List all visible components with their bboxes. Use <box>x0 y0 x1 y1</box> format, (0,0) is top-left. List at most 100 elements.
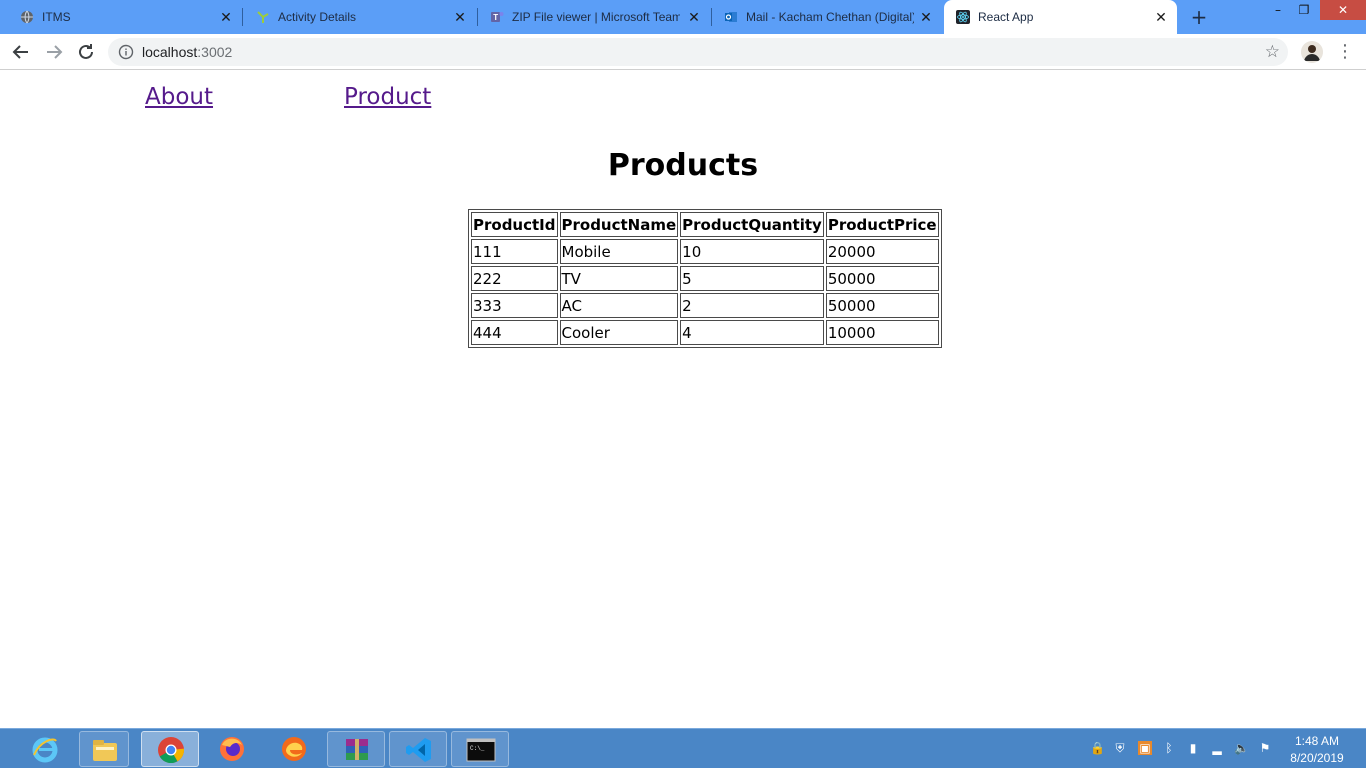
nav-link-product[interactable]: Product <box>344 84 431 110</box>
table-cell: AC <box>559 293 679 318</box>
table-cell: TV <box>559 266 679 291</box>
restore-button[interactable]: ❐ <box>1292 0 1316 20</box>
svg-text:T: T <box>493 13 498 22</box>
tab-title: ZIP File viewer | Microsoft Teams <box>512 10 680 24</box>
table-row: 111 Mobile 10 20000 <box>471 239 939 264</box>
teams-icon: T <box>491 12 504 22</box>
table-row: 333 AC 2 50000 <box>471 293 939 318</box>
vscode-icon <box>406 738 431 762</box>
page-title: Products <box>607 148 759 183</box>
close-icon[interactable]: ✕ <box>918 9 934 25</box>
table-row: 222 TV 5 50000 <box>471 266 939 291</box>
edge-icon <box>282 737 306 761</box>
column-header: ProductPrice <box>825 212 939 237</box>
close-icon[interactable]: ✕ <box>452 9 468 25</box>
table-cell: 333 <box>471 293 558 318</box>
volume-icon[interactable]: 🔈 <box>1234 741 1249 755</box>
table-cell: 5 <box>680 266 824 291</box>
table-cell: 2 <box>680 293 824 318</box>
tab-teams[interactable]: T ZIP File viewer | Microsoft Teams ✕ <box>478 0 710 34</box>
table-cell: 50000 <box>825 293 939 318</box>
taskbar-vscode[interactable] <box>389 731 447 767</box>
internet-explorer-icon <box>32 737 58 763</box>
reload-button[interactable] <box>74 40 98 64</box>
table-cell: 444 <box>471 320 558 345</box>
url-text: localhost:3002 <box>142 44 232 60</box>
tab-divider <box>242 8 243 26</box>
table-cell: 10000 <box>825 320 939 345</box>
table-cell: Cooler <box>559 320 679 345</box>
bookmark-star-icon[interactable]: ☆ <box>1265 42 1280 62</box>
table-row: 444 Cooler 4 10000 <box>471 320 939 345</box>
url-host: localhost <box>142 44 198 60</box>
taskbar-chrome[interactable] <box>141 731 199 767</box>
tab-activity-details[interactable]: Activity Details ✕ <box>244 0 476 34</box>
table-cell: 10 <box>680 239 824 264</box>
tab-title: ITMS <box>42 10 71 24</box>
activity-icon <box>257 11 269 23</box>
chrome-icon <box>158 737 184 764</box>
browser-tabstrip: ITMS ✕ Activity Details ✕ T ZIP File vie… <box>0 0 1366 34</box>
forward-button[interactable] <box>42 40 66 64</box>
nav-link-about[interactable]: About <box>145 84 213 110</box>
close-icon[interactable]: ✕ <box>218 9 234 25</box>
info-icon[interactable] <box>118 44 134 60</box>
kebab-menu-icon[interactable]: ⋮ <box>1336 41 1354 63</box>
column-header: ProductName <box>559 212 679 237</box>
table-cell: 20000 <box>825 239 939 264</box>
firefox-icon <box>220 737 244 761</box>
reload-icon <box>79 44 93 59</box>
outlook-icon <box>725 12 737 22</box>
minimize-button[interactable]: – <box>1268 0 1288 20</box>
profile-avatar[interactable] <box>1301 41 1323 63</box>
browser-toolbar: localhost:3002 ☆ ⋮ <box>0 34 1366 70</box>
shield-icon[interactable]: ⛨ <box>1113 741 1127 755</box>
url-port: :3002 <box>197 44 233 60</box>
tab-mail[interactable]: Mail - Kacham Chethan (Digital) ✕ <box>712 0 942 34</box>
windows-taskbar: C:\_ 🔒 ⛨ ▣ ᛒ ▮ ▂ 🔈 ⚑ 1:48 AM 8/20/2019 <box>0 728 1366 768</box>
taskbar-file-explorer[interactable] <box>79 731 129 767</box>
winrar-icon <box>346 739 368 760</box>
globe-icon <box>21 10 33 24</box>
taskbar-internet-explorer[interactable] <box>16 731 74 767</box>
arrow-left-icon <box>12 45 28 59</box>
table-header-row: ProductId ProductName ProductQuantity Pr… <box>471 212 939 237</box>
tab-itms[interactable]: ITMS ✕ <box>8 0 240 34</box>
table-cell: Mobile <box>559 239 679 264</box>
react-icon <box>956 10 970 24</box>
tab-title: React App <box>978 10 1034 24</box>
cmd-icon: C:\_ <box>466 738 496 762</box>
svg-text:C:\_: C:\_ <box>470 745 485 752</box>
new-tab-button[interactable]: + <box>1188 6 1210 28</box>
column-header: ProductId <box>471 212 558 237</box>
avatar-icon <box>1301 41 1323 63</box>
table-cell: 111 <box>471 239 558 264</box>
app-tray-icon[interactable]: ▣ <box>1138 741 1152 755</box>
tab-title: Mail - Kacham Chethan (Digital) <box>746 10 914 24</box>
bluetooth-icon[interactable]: ᛒ <box>1162 741 1176 755</box>
action-center-flag-icon[interactable]: ⚑ <box>1258 741 1272 755</box>
table-cell: 222 <box>471 266 558 291</box>
taskbar-edge[interactable] <box>265 731 323 767</box>
clock-time[interactable]: 1:48 AM <box>1280 734 1354 748</box>
address-bar[interactable]: localhost:3002 ☆ <box>108 38 1288 66</box>
arrow-right-icon <box>47 45 63 59</box>
taskbar-firefox[interactable] <box>203 731 261 767</box>
back-button[interactable] <box>9 40 33 64</box>
table-cell: 50000 <box>825 266 939 291</box>
taskbar-cmd[interactable]: C:\_ <box>451 731 509 767</box>
battery-icon[interactable]: ▮ <box>1186 741 1200 755</box>
close-icon[interactable]: ✕ <box>1153 9 1169 25</box>
network-signal-icon[interactable]: ▂ <box>1210 741 1224 755</box>
window-close-button[interactable]: ✕ <box>1320 0 1366 20</box>
taskbar-winrar[interactable] <box>327 731 385 767</box>
file-explorer-icon <box>93 740 117 761</box>
tab-title: Activity Details <box>278 10 357 24</box>
security-tray-icon[interactable]: 🔒 <box>1090 741 1105 755</box>
table-cell: 4 <box>680 320 824 345</box>
column-header: ProductQuantity <box>680 212 824 237</box>
clock-date[interactable]: 8/20/2019 <box>1280 751 1354 765</box>
products-table: ProductId ProductName ProductQuantity Pr… <box>468 209 942 348</box>
tab-react-app[interactable]: React App ✕ <box>944 0 1177 34</box>
close-icon[interactable]: ✕ <box>686 9 702 25</box>
